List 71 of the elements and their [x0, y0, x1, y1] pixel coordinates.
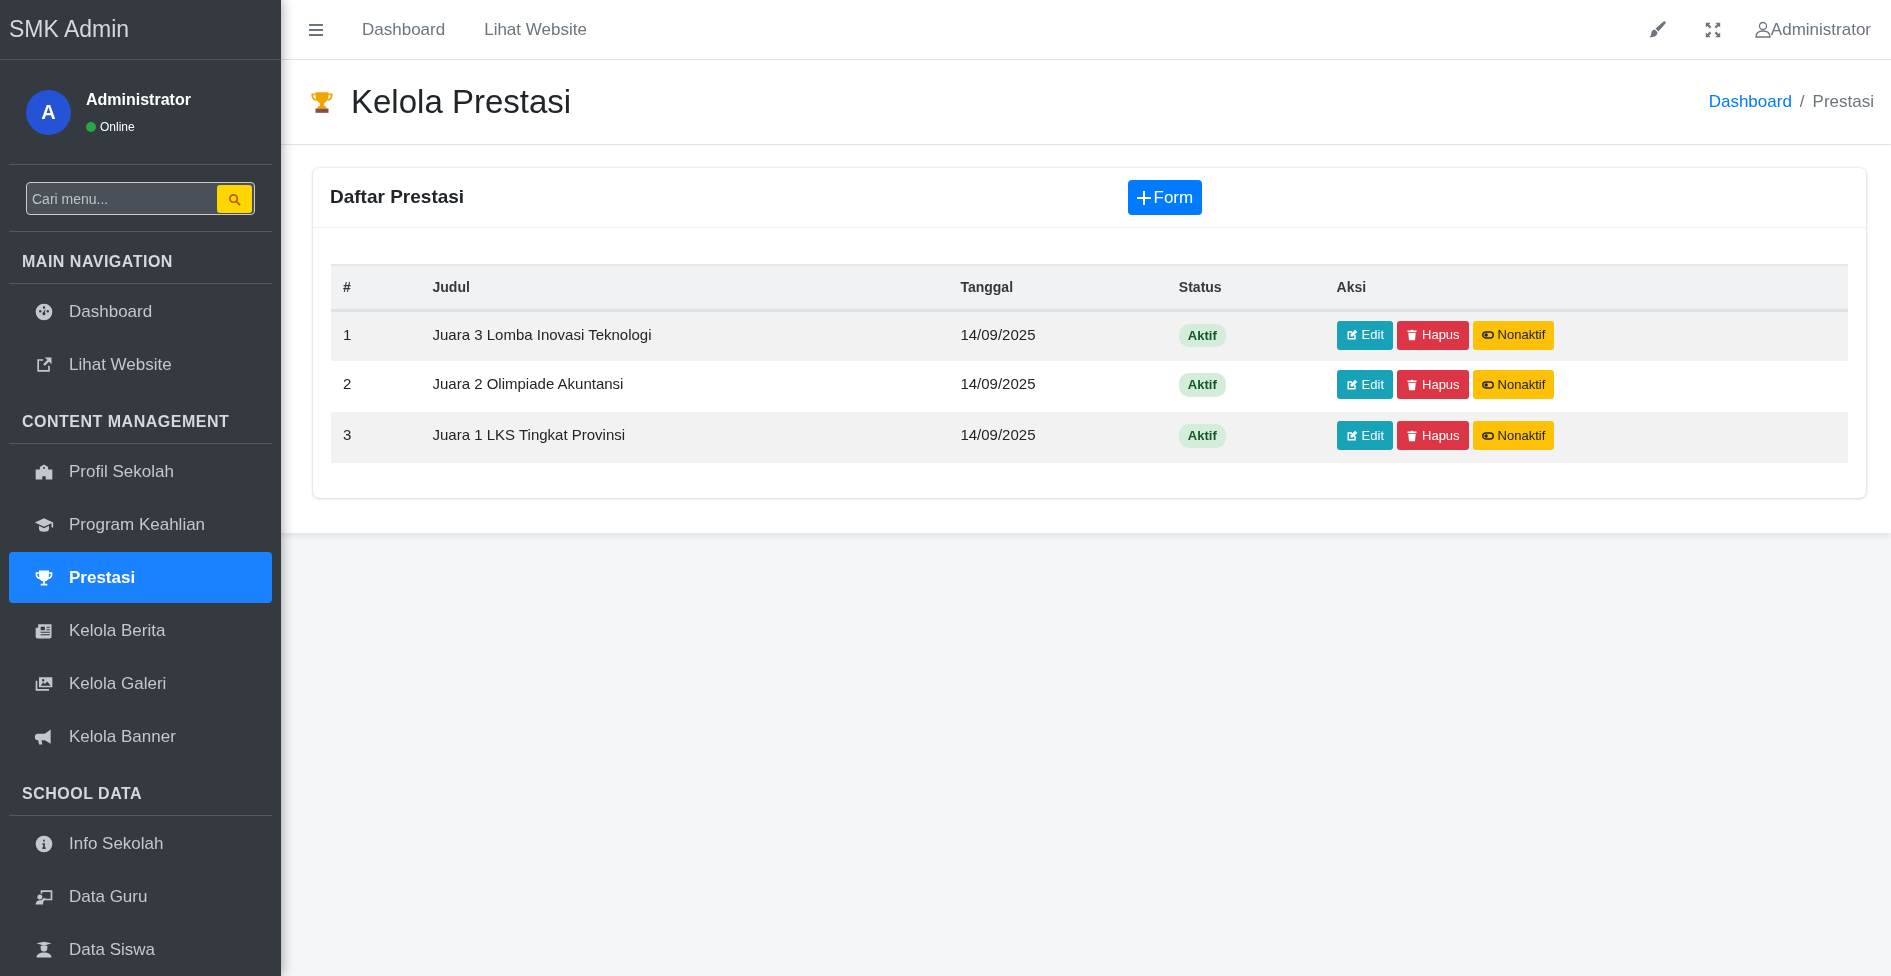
- breadcrumb-current: Prestasi: [1812, 91, 1874, 114]
- trash-icon: [1406, 329, 1418, 341]
- edit-icon: [1345, 429, 1358, 442]
- expand-icon: [1704, 21, 1721, 38]
- add-form-button[interactable]: Form: [1127, 179, 1203, 216]
- nav-item[interactable]: Program Keahlian: [9, 499, 272, 550]
- user-avatar: A: [26, 89, 71, 135]
- nav-item[interactable]: Info Sekolah: [9, 818, 272, 869]
- table-cell: 2: [331, 361, 421, 412]
- section-heading: SCHOOL DATA: [9, 764, 272, 816]
- toggle-icon: [1481, 378, 1494, 391]
- menu-button[interactable]: [309, 22, 323, 37]
- nav-item[interactable]: Data Siswa: [9, 924, 272, 975]
- edit-icon: [1345, 329, 1358, 341]
- paintbrush-icon: [1647, 20, 1667, 39]
- trash-icon: [1406, 378, 1418, 391]
- status-dot: [86, 122, 96, 132]
- theme-button[interactable]: [1647, 20, 1667, 39]
- breadcrumb-separator: /: [1799, 91, 1805, 114]
- menu-icon: [309, 22, 323, 37]
- search-button[interactable]: [217, 185, 252, 213]
- toggle-button[interactable]: Nonaktif: [1472, 421, 1555, 450]
- column-header: Status: [1166, 265, 1325, 310]
- fullscreen-button[interactable]: [1704, 21, 1721, 38]
- plus-icon: [1136, 190, 1151, 205]
- nav-item[interactable]: Dashboard: [9, 286, 272, 337]
- user-icon: [1754, 21, 1771, 38]
- table-cell: 14/09/2025: [948, 310, 1167, 361]
- section-heading: MAIN NAVIGATION: [9, 232, 272, 284]
- nav-link[interactable]: Dashboard: [362, 16, 446, 43]
- trash-icon: [1406, 429, 1418, 442]
- column-header: Tanggal: [948, 265, 1167, 310]
- nav-link[interactable]: Lihat Website: [484, 16, 587, 43]
- breadcrumb-link[interactable]: Dashboard: [1708, 89, 1792, 115]
- search-icon: [228, 192, 241, 206]
- table-cell: 1: [331, 310, 421, 361]
- nav-item[interactable]: Kelola Banner: [9, 711, 272, 762]
- nav-item[interactable]: Profil Sekolah: [9, 446, 272, 497]
- page-title: Kelola Prestasi: [309, 82, 572, 122]
- table-cell: Juara 2 Olimpiade Akuntansi: [420, 361, 949, 412]
- user-status: Online: [100, 119, 135, 136]
- nav-item[interactable]: Kelola Berita: [9, 605, 272, 656]
- nav-item[interactable]: Data Guru: [9, 871, 272, 922]
- column-header: Judul: [420, 265, 949, 310]
- toggle-icon: [1481, 429, 1494, 442]
- table-cell: 14/09/2025: [948, 412, 1167, 463]
- delete-button[interactable]: Hapus: [1397, 370, 1469, 399]
- column-header: Aksi: [1324, 265, 1848, 310]
- status-badge: Aktif: [1178, 373, 1226, 397]
- user-name: Administrator: [86, 90, 191, 110]
- toggle-icon: [1481, 329, 1494, 341]
- status-badge: Aktif: [1178, 424, 1226, 448]
- gauge-icon: [33, 301, 55, 322]
- user-menu-link[interactable]: Administrator: [1754, 16, 1871, 43]
- card-title: Daftar Prestasi: [330, 186, 466, 209]
- column-header: #: [331, 265, 421, 310]
- edit-icon: [1345, 378, 1358, 391]
- info-icon: [33, 833, 55, 854]
- nav-item[interactable]: Lihat Website: [9, 339, 272, 390]
- table-cell: 14/09/2025: [948, 361, 1167, 412]
- delete-button[interactable]: Hapus: [1397, 421, 1469, 450]
- nav-item[interactable]: Prestasi: [9, 552, 272, 603]
- toggle-button[interactable]: Nonaktif: [1472, 320, 1555, 350]
- table-cell: Juara 1 LKS Tingkat Provinsi: [420, 412, 949, 463]
- status-badge: Aktif: [1178, 323, 1226, 347]
- nav-item[interactable]: Kelola Galeri: [9, 658, 272, 709]
- delete-button[interactable]: Hapus: [1397, 320, 1469, 350]
- table-cell: 3: [331, 412, 421, 463]
- section-heading: CONTENT MANAGEMENT: [9, 392, 272, 444]
- table-cell: Juara 3 Lomba Inovasi Teknologi: [420, 310, 949, 361]
- toggle-button[interactable]: Nonaktif: [1472, 370, 1555, 399]
